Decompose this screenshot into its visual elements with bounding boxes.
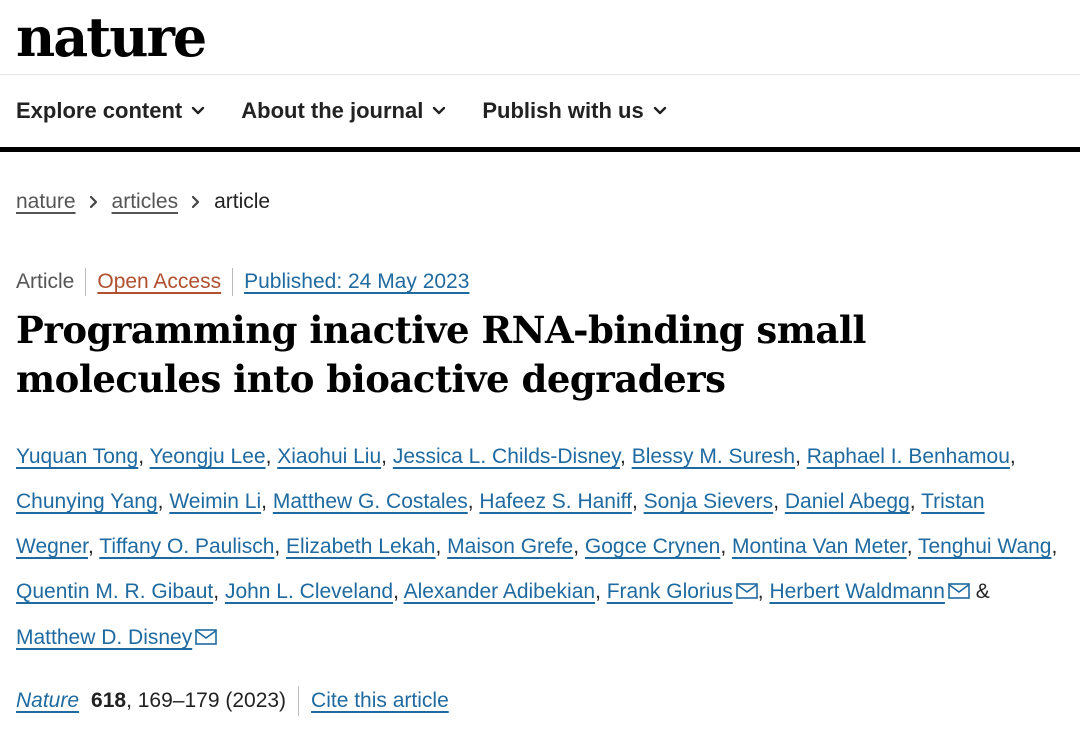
author-separator: , bbox=[435, 535, 448, 558]
author-separator: , bbox=[573, 535, 585, 558]
chevron-right-icon bbox=[89, 195, 99, 209]
author-link[interactable]: Montina Van Meter bbox=[732, 535, 907, 558]
author-link[interactable]: Xiaohui Liu bbox=[277, 445, 381, 468]
author-separator: , bbox=[261, 490, 273, 513]
chevron-down-icon bbox=[433, 106, 446, 115]
nav-explore-content[interactable]: Explore content bbox=[16, 98, 205, 124]
author-separator: , bbox=[906, 535, 918, 558]
nav-publish-with-us[interactable]: Publish with us bbox=[482, 98, 666, 124]
journal-name[interactable]: Nature bbox=[16, 689, 79, 713]
email-icon[interactable] bbox=[948, 570, 970, 615]
author-separator: , bbox=[720, 535, 732, 558]
author-link[interactable]: Frank Glorius bbox=[607, 580, 733, 603]
author-link[interactable]: Herbert Waldmann bbox=[769, 580, 944, 603]
author-link[interactable]: Yeongju Lee bbox=[150, 445, 266, 468]
email-icon[interactable] bbox=[195, 616, 218, 661]
chevron-down-icon bbox=[653, 106, 666, 115]
nav-about-journal[interactable]: About the journal bbox=[241, 98, 446, 124]
author-link[interactable]: Gogce Crynen bbox=[585, 535, 720, 558]
author-separator: , bbox=[393, 580, 404, 603]
author-link[interactable]: Matthew D. Disney bbox=[16, 626, 192, 649]
author-link[interactable]: John L. Cleveland bbox=[225, 580, 393, 603]
author-link[interactable]: Maison Grefe bbox=[447, 535, 573, 558]
author-separator: , bbox=[757, 580, 770, 603]
author-link[interactable]: Daniel Abegg bbox=[785, 490, 910, 513]
author-link[interactable]: Quentin M. R. Gibaut bbox=[16, 580, 213, 603]
citation: Nature 618 , 169–179 (2023) Cite this ar… bbox=[16, 686, 449, 716]
article-type: Article bbox=[16, 270, 75, 293]
author-separator: , bbox=[1051, 535, 1058, 558]
divider bbox=[85, 268, 87, 296]
breadcrumb-current: article bbox=[214, 190, 271, 213]
author-link[interactable]: Matthew G. Costales bbox=[273, 490, 468, 513]
top-navigation: Explore content About the journal Publis… bbox=[0, 74, 1080, 152]
author-separator: , bbox=[595, 580, 607, 603]
author-separator: , bbox=[773, 490, 785, 513]
article-title: Programming inactive RNA-binding small m… bbox=[16, 308, 866, 401]
author-link[interactable]: Tenghui Wang bbox=[918, 535, 1051, 558]
author-separator: , bbox=[213, 580, 225, 603]
author-separator: , bbox=[620, 445, 632, 468]
author-link[interactable]: Blessy M. Suresh bbox=[632, 445, 795, 468]
author-link[interactable]: Jessica L. Childs-Disney bbox=[393, 445, 620, 468]
nature-logo[interactable]: nature bbox=[16, 0, 207, 74]
author-link[interactable]: Elizabeth Lekah bbox=[286, 535, 435, 558]
cite-this-article-link[interactable]: Cite this article bbox=[311, 689, 449, 713]
pages-year: , 169–179 (2023) bbox=[126, 689, 287, 712]
article-meta: Article Open Access Published: 24 May 20… bbox=[16, 268, 469, 296]
nav-item-label: Explore content bbox=[16, 98, 183, 123]
author-link[interactable]: Chunying Yang bbox=[16, 490, 158, 513]
breadcrumb-link-nature[interactable]: nature bbox=[16, 190, 76, 214]
email-icon[interactable] bbox=[735, 570, 758, 615]
nav-item-label: Publish with us bbox=[482, 98, 644, 123]
masthead: nature bbox=[0, 0, 1080, 74]
author-link[interactable]: Weimin Li bbox=[169, 490, 261, 513]
author-link[interactable]: Sonja Sievers bbox=[644, 490, 774, 513]
author-separator: , bbox=[274, 535, 287, 558]
open-access-link[interactable]: Open Access bbox=[97, 270, 221, 294]
chevron-right-icon bbox=[191, 195, 201, 209]
author-separator: , bbox=[795, 445, 807, 468]
nav-item-label: About the journal bbox=[241, 98, 424, 123]
author-separator: , bbox=[1009, 445, 1016, 468]
breadcrumb: nature articles article bbox=[16, 190, 270, 214]
author-link[interactable]: Tiffany O. Paulisch bbox=[99, 535, 274, 558]
author-separator: , bbox=[381, 445, 393, 468]
volume: 618 bbox=[91, 689, 127, 712]
divider bbox=[298, 686, 300, 716]
author-link[interactable]: Alexander Adibekian bbox=[404, 580, 595, 603]
author-link[interactable]: Hafeez S. Haniff bbox=[479, 490, 632, 513]
author-separator: , bbox=[265, 445, 278, 468]
author-ampersand: & bbox=[975, 580, 990, 603]
published-date-link[interactable]: Published: 24 May 2023 bbox=[244, 270, 469, 294]
author-separator: , bbox=[909, 490, 922, 513]
author-separator: , bbox=[467, 490, 480, 513]
breadcrumb-link-articles[interactable]: articles bbox=[112, 190, 179, 214]
author-list: Yuquan Tong, Yeongju Lee, Xiaohui Liu, J… bbox=[16, 434, 1066, 661]
author-separator: , bbox=[88, 535, 100, 558]
author-link[interactable]: Yuquan Tong bbox=[16, 445, 138, 468]
author-separator: , bbox=[631, 490, 644, 513]
divider bbox=[232, 268, 234, 296]
author-separator: , bbox=[138, 445, 150, 468]
chevron-down-icon bbox=[192, 106, 205, 115]
author-separator: , bbox=[157, 490, 170, 513]
author-link[interactable]: Raphael I. Benhamou bbox=[807, 445, 1010, 468]
